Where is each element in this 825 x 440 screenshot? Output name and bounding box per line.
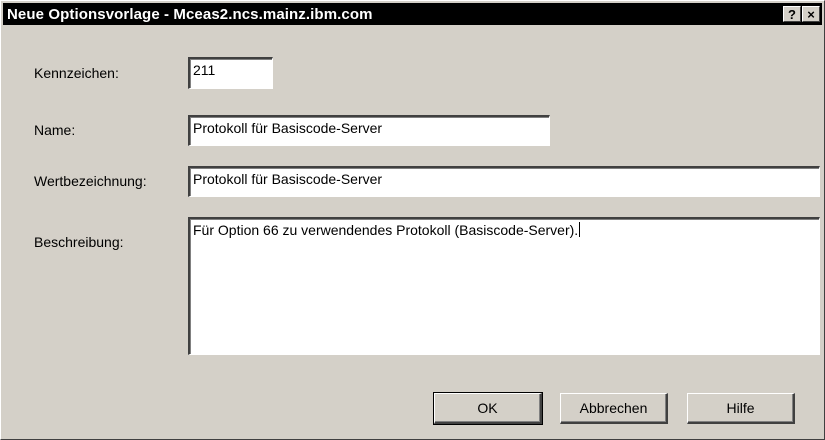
beschreibung-value: Für Option 66 zu verwendendes Protokoll … — [193, 222, 579, 238]
kennzeichen-value: 211 — [193, 62, 216, 78]
ok-button[interactable]: OK — [433, 392, 543, 425]
wertbezeichnung-value: Protokoll für Basiscode-Server — [193, 171, 383, 187]
close-icon[interactable]: × — [802, 6, 820, 22]
window-title: Neue Optionsvorlage - Mceas2.ncs.mainz.i… — [7, 5, 373, 23]
text-cursor — [579, 222, 581, 237]
name-field[interactable]: Protokoll für Basiscode-Server — [188, 115, 550, 146]
kennzeichen-field[interactable]: 211 — [188, 57, 273, 89]
cancel-button[interactable]: Abbrechen — [560, 393, 668, 424]
help-icon[interactable]: ? — [783, 6, 801, 22]
name-label: Name: — [34, 122, 76, 138]
title-bar[interactable]: Neue Optionsvorlage - Mceas2.ncs.mainz.i… — [3, 3, 822, 25]
beschreibung-textarea[interactable]: Für Option 66 zu verwendendes Protokoll … — [188, 217, 820, 355]
help-button[interactable]: Hilfe — [687, 393, 795, 424]
kennzeichen-label: Kennzeichen: — [34, 65, 119, 81]
beschreibung-label: Beschreibung: — [34, 234, 124, 250]
wertbezeichnung-label: Wertbezeichnung: — [34, 173, 147, 189]
wertbezeichnung-field[interactable]: Protokoll für Basiscode-Server — [188, 166, 820, 197]
name-value: Protokoll für Basiscode-Server — [193, 120, 383, 136]
dialog-window: Neue Optionsvorlage - Mceas2.ncs.mainz.i… — [0, 0, 825, 440]
